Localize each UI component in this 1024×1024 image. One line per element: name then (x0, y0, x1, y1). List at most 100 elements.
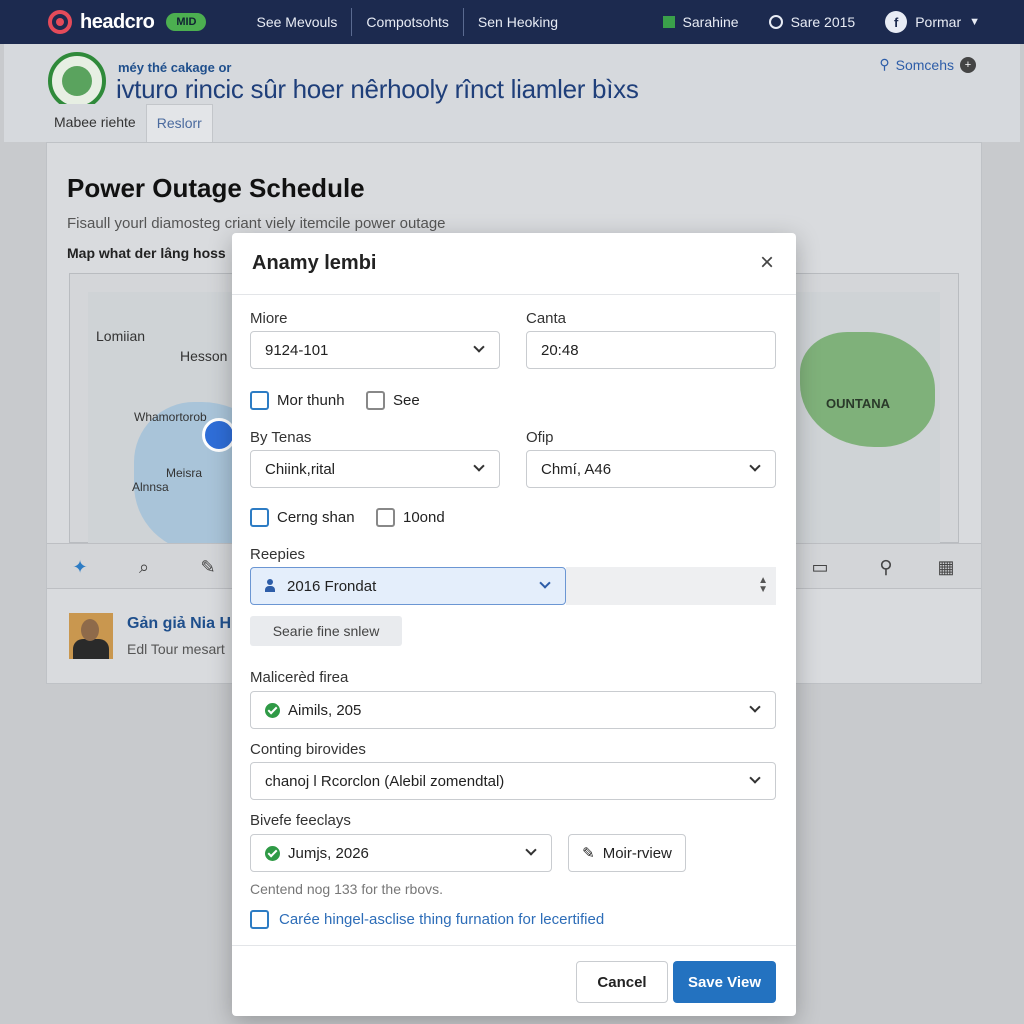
field1-value: 9124-101 (265, 341, 329, 359)
brand[interactable]: headcro MID (48, 10, 207, 34)
preview-button[interactable]: ✎ Moir-rview (568, 834, 686, 872)
check4[interactable]: 10ond (376, 508, 445, 527)
cancel-button[interactable]: Cancel (576, 961, 668, 1003)
page-description: Fisaull yourl diamosteg criant viely ite… (67, 215, 446, 232)
brand-name: headcro (80, 10, 155, 33)
bird-icon[interactable]: ✦ (67, 554, 93, 580)
user-menu[interactable]: f Pormar ▼ (885, 11, 980, 33)
map-marker-icon[interactable] (202, 418, 236, 452)
chevron-down-icon (749, 701, 761, 713)
field2-value: 20:48 (541, 341, 579, 359)
field1-label: Miore (250, 310, 288, 327)
map-place-4: Meisra (166, 466, 203, 480)
check4-label: 10ond (403, 509, 445, 526)
nav-links: See Mevouls Compotsohts Sen Heoking (242, 8, 572, 36)
subtabs: Mabee riehte Reslorr (4, 104, 1020, 142)
header-link[interactable]: ⚲ Somcehs + (879, 56, 976, 73)
nav-link-1[interactable]: See Mevouls (242, 8, 353, 36)
search-icon (768, 15, 783, 29)
user-name: Pormar (915, 14, 962, 30)
author-photo (69, 613, 113, 659)
modal-dialog: Anamy lembi × Miore 9124-101 Canta 20:48… (232, 233, 796, 1016)
chevron-down-icon (749, 772, 761, 784)
field8-value: Jumjs, 2026 (288, 844, 369, 862)
check-circle-icon (265, 845, 280, 861)
user-icon (265, 579, 275, 593)
field8-select[interactable]: Jumjs, 2026 (250, 834, 552, 872)
field6-label: Malicerèd firea (250, 669, 349, 686)
sort-updown-icon: ▲ ▼ (758, 575, 768, 595)
checkbox-icon (376, 508, 395, 527)
avatar: f (885, 11, 908, 33)
field3-label: By Tenas (250, 429, 312, 446)
page-title: Power Outage Schedule (67, 173, 365, 203)
brand-logo-icon (48, 10, 72, 34)
check2-label: See (393, 392, 420, 409)
check3-label: Cerng shan (277, 509, 355, 526)
subtab-2[interactable]: Reslorr (145, 104, 213, 142)
field6-value: Aimils, 205 (288, 701, 362, 719)
search-time-button[interactable]: Searie fine snlew (250, 616, 402, 646)
site-title: ivturo rincic sûr hoer nêrhooly rînct li… (116, 74, 639, 104)
check2[interactable]: See (366, 391, 420, 410)
pencil-icon[interactable]: ✎ (195, 554, 221, 580)
field2-input[interactable]: 20:48 (526, 331, 776, 369)
checkbox-icon (366, 391, 385, 410)
field3-value: Chiink,rital (265, 460, 336, 478)
nav-item-1-label: Sarahine (682, 14, 739, 30)
field6-select[interactable]: Aimils, 205 (250, 691, 776, 729)
field5-value: 2016 Frondat (287, 577, 377, 595)
site-header: méy thé cakage or ivturo rincic sûr hoer… (4, 44, 1020, 110)
brand-badge: MID (166, 13, 207, 31)
save-view-button[interactable]: Save View (673, 961, 776, 1003)
field5-select[interactable]: 2016 Frondat (250, 567, 566, 605)
check1[interactable]: Mor thunh (250, 391, 345, 410)
subtab-1[interactable]: Mabee riehte (44, 104, 146, 142)
certify-checkbox[interactable]: Carée hingel-asclise thing furnation for… (250, 910, 604, 929)
field4-select[interactable]: Chmí, A46 (526, 450, 776, 488)
author-subtitle: Edl Tour mesart (127, 641, 225, 657)
plus-icon: + (960, 56, 976, 73)
map-region-area (800, 332, 935, 447)
square-icon (662, 16, 675, 28)
monitor-icon[interactable]: ▭ (807, 554, 833, 580)
field5-label: Reepies (250, 546, 306, 563)
check3[interactable]: Cerng shan (250, 508, 355, 527)
zoom-icon[interactable]: ⌕ (131, 554, 157, 580)
nav-search[interactable]: Sare 2015 (768, 14, 856, 30)
author-name[interactable]: Gản giả Nia H (127, 615, 231, 633)
map-place-2: Hesson (180, 348, 228, 364)
field4-value: Chmí, A46 (541, 460, 612, 478)
checkbox-icon (250, 391, 269, 410)
field1-select[interactable]: 9124-101 (250, 331, 500, 369)
caret-down-icon: ▼ (969, 16, 980, 28)
sort-strip[interactable]: ▲ ▼ (566, 567, 776, 605)
checkbox-icon (250, 508, 269, 527)
nav-item-1[interactable]: Sarahine (662, 14, 739, 30)
map-label: Map what der lâng hoss (67, 245, 226, 261)
top-nav: headcro MID See Mevouls Compotsohts Sen … (0, 0, 1024, 44)
nav-link-2[interactable]: Compotsohts (352, 8, 464, 36)
certify-label: Carée hingel-asclise thing furnation for… (279, 911, 605, 928)
chevron-down-icon (473, 460, 485, 472)
nav-link-3[interactable]: Sen Heoking (464, 8, 572, 36)
field4-label: Ofip (526, 429, 554, 446)
header-link-label: Somcehs (895, 56, 954, 73)
grid-icon[interactable]: ▦ (933, 554, 959, 580)
field7-select[interactable]: chanoj l Rcorclon (Alebil zomendtal) (250, 762, 776, 800)
nav-right: Sarahine Sare 2015 f Pormar ▼ (662, 0, 980, 44)
modal-title: Anamy lembi (252, 252, 377, 274)
field7-value: chanoj l Rcorclon (Alebil zomendtal) (265, 772, 505, 790)
field2-label: Canta (526, 310, 567, 327)
map-place-5: Alnnsa (132, 480, 169, 494)
check-circle-icon (265, 702, 280, 718)
chevron-down-icon (525, 844, 537, 856)
chevron-down-icon (539, 577, 551, 589)
pin-icon[interactable]: ⚲ (873, 554, 899, 580)
nav-search-label: Sare 2015 (790, 14, 856, 30)
site-seal-logo (48, 52, 106, 110)
field3-select[interactable]: Chiink,rital (250, 450, 500, 488)
map-place-3: Whamortorob (134, 410, 207, 424)
preview-button-label: Moir-rview (602, 844, 672, 862)
close-icon[interactable]: × (760, 251, 774, 275)
